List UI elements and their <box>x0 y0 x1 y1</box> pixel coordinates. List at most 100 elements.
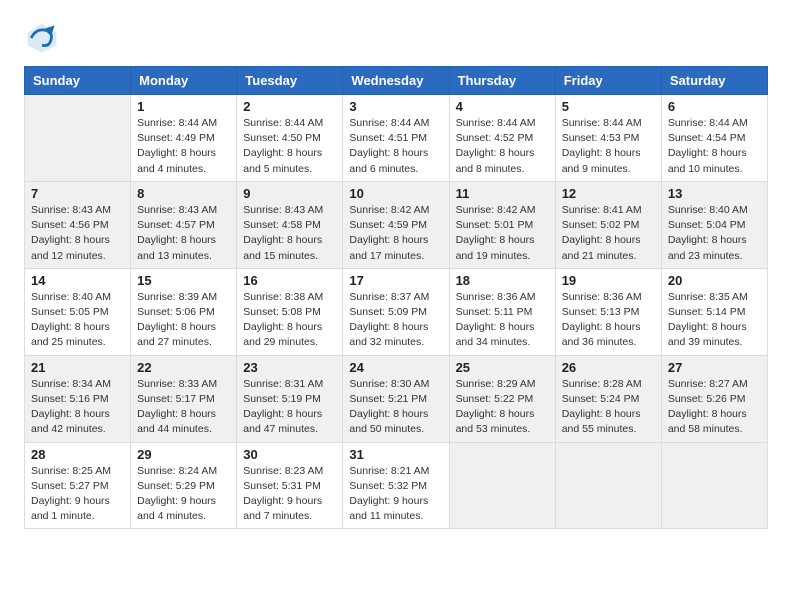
calendar-cell: 8Sunrise: 8:43 AM Sunset: 4:57 PM Daylig… <box>131 181 237 268</box>
day-info: Sunrise: 8:24 AM Sunset: 5:29 PM Dayligh… <box>137 464 230 525</box>
calendar-cell: 22 Sunrise: 8:33 AM Sunset: 5:17 PM Dayli… <box>131 355 237 442</box>
logo-icon <box>24 20 60 56</box>
day-number: 25 <box>456 360 549 375</box>
day-number: 4 <box>456 99 549 114</box>
weekday-header-saturday: Saturday <box>661 67 767 95</box>
day-info: Sunrise: 8:40 AM Sunset: 5:05 PM Dayligh… <box>31 290 124 351</box>
day-number: 31 <box>349 447 442 462</box>
day-info: Sunrise: 8:44 AM Sunset: 4:49 PM Dayligh… <box>137 116 230 177</box>
day-info: Sunrise: 8:44 AM Sunset: 4:52 PM Dayligh… <box>456 116 549 177</box>
day-number: 6 <box>668 99 761 114</box>
day-number: 14 <box>31 273 124 288</box>
day-info: Sunrise: 8:41 AM Sunset: 5:02 PM Dayligh… <box>562 203 655 264</box>
page-header <box>24 20 768 56</box>
calendar-cell: 28 Sunrise: 8:25 AM Sunset: 5:27 PM Dayli… <box>25 442 131 529</box>
calendar-cell: 20 Sunrise: 8:35 AM Sunset: 5:14 PM Dayli… <box>661 268 767 355</box>
day-number: 15 <box>137 273 230 288</box>
weekday-header-friday: Friday <box>555 67 661 95</box>
day-info: Sunrise: 8:28 AM Sunset: 5:24 PM Dayligh… <box>562 377 655 438</box>
calendar-cell: 14 Sunrise: 8:40 AM Sunset: 5:05 PM Dayli… <box>25 268 131 355</box>
day-number: 28 <box>31 447 124 462</box>
weekday-header-sunday: Sunday <box>25 67 131 95</box>
day-number: 12 <box>562 186 655 201</box>
calendar-week-2: 7 Sunrise: 8:43 AM Sunset: 4:56 PM Daylig… <box>25 181 768 268</box>
calendar-cell: 9Sunrise: 8:43 AM Sunset: 4:58 PM Daylig… <box>237 181 343 268</box>
calendar-cell: 29 Sunrise: 8:24 AM Sunset: 5:29 PM Dayli… <box>131 442 237 529</box>
calendar-cell: 1 Sunrise: 8:44 AM Sunset: 4:49 PM Daylig… <box>131 95 237 182</box>
day-number: 2 <box>243 99 336 114</box>
calendar-cell: 15 Sunrise: 8:39 AM Sunset: 5:06 PM Dayli… <box>131 268 237 355</box>
calendar-week-1: 1 Sunrise: 8:44 AM Sunset: 4:49 PM Daylig… <box>25 95 768 182</box>
calendar-cell: 23Sunrise: 8:31 AM Sunset: 5:19 PM Dayli… <box>237 355 343 442</box>
day-number: 18 <box>456 273 549 288</box>
day-number: 26 <box>562 360 655 375</box>
day-info: Sunrise: 8:23 AM Sunset: 5:31 PM Dayligh… <box>243 464 336 525</box>
day-number: 19 <box>562 273 655 288</box>
calendar-week-3: 14 Sunrise: 8:40 AM Sunset: 5:05 PM Dayli… <box>25 268 768 355</box>
weekday-header-wednesday: Wednesday <box>343 67 449 95</box>
calendar-week-4: 21 Sunrise: 8:34 AM Sunset: 5:16 PM Dayli… <box>25 355 768 442</box>
logo <box>24 20 66 56</box>
day-info: Sunrise: 8:40 AM Sunset: 5:04 PM Dayligh… <box>668 203 761 264</box>
day-info: Sunrise: 8:31 AM Sunset: 5:19 PM Dayligh… <box>243 377 336 438</box>
day-number: 21 <box>31 360 124 375</box>
calendar-cell: 10 Sunrise: 8:42 AM Sunset: 4:59 PM Dayli… <box>343 181 449 268</box>
day-number: 22 <box>137 360 230 375</box>
day-info: Sunrise: 8:37 AM Sunset: 5:09 PM Dayligh… <box>349 290 442 351</box>
day-info: Sunrise: 8:44 AM Sunset: 4:51 PM Dayligh… <box>349 116 442 177</box>
calendar-cell: 18Sunrise: 8:36 AM Sunset: 5:11 PM Dayli… <box>449 268 555 355</box>
day-info: Sunrise: 8:25 AM Sunset: 5:27 PM Dayligh… <box>31 464 124 525</box>
calendar-cell <box>449 442 555 529</box>
day-info: Sunrise: 8:33 AM Sunset: 5:17 PM Dayligh… <box>137 377 230 438</box>
day-number: 10 <box>349 186 442 201</box>
calendar-week-5: 28 Sunrise: 8:25 AM Sunset: 5:27 PM Dayli… <box>25 442 768 529</box>
calendar-cell: 16Sunrise: 8:38 AM Sunset: 5:08 PM Dayli… <box>237 268 343 355</box>
day-info: Sunrise: 8:42 AM Sunset: 5:01 PM Dayligh… <box>456 203 549 264</box>
calendar-cell: 5 Sunrise: 8:44 AM Sunset: 4:53 PM Daylig… <box>555 95 661 182</box>
day-number: 8 <box>137 186 230 201</box>
day-number: 1 <box>137 99 230 114</box>
day-info: Sunrise: 8:34 AM Sunset: 5:16 PM Dayligh… <box>31 377 124 438</box>
day-info: Sunrise: 8:38 AM Sunset: 5:08 PM Dayligh… <box>243 290 336 351</box>
day-info: Sunrise: 8:44 AM Sunset: 4:54 PM Dayligh… <box>668 116 761 177</box>
day-number: 30 <box>243 447 336 462</box>
calendar-cell: 17 Sunrise: 8:37 AM Sunset: 5:09 PM Dayli… <box>343 268 449 355</box>
calendar-cell: 7 Sunrise: 8:43 AM Sunset: 4:56 PM Daylig… <box>25 181 131 268</box>
calendar-cell: 3 Sunrise: 8:44 AM Sunset: 4:51 PM Daylig… <box>343 95 449 182</box>
calendar-cell: 12 Sunrise: 8:41 AM Sunset: 5:02 PM Dayli… <box>555 181 661 268</box>
calendar-cell: 6 Sunrise: 8:44 AM Sunset: 4:54 PM Daylig… <box>661 95 767 182</box>
day-number: 29 <box>137 447 230 462</box>
day-number: 7 <box>31 186 124 201</box>
calendar-cell: 25 Sunrise: 8:29 AM Sunset: 5:22 PM Dayli… <box>449 355 555 442</box>
calendar-cell <box>25 95 131 182</box>
day-number: 27 <box>668 360 761 375</box>
day-number: 3 <box>349 99 442 114</box>
calendar-cell: 2 Sunrise: 8:44 AM Sunset: 4:50 PM Daylig… <box>237 95 343 182</box>
calendar-cell <box>555 442 661 529</box>
weekday-header-tuesday: Tuesday <box>237 67 343 95</box>
day-info: Sunrise: 8:44 AM Sunset: 4:50 PM Dayligh… <box>243 116 336 177</box>
day-number: 20 <box>668 273 761 288</box>
weekday-header-row: SundayMondayTuesdayWednesdayThursdayFrid… <box>25 67 768 95</box>
calendar-cell: 27 Sunrise: 8:27 AM Sunset: 5:26 PM Dayli… <box>661 355 767 442</box>
day-info: Sunrise: 8:29 AM Sunset: 5:22 PM Dayligh… <box>456 377 549 438</box>
day-number: 17 <box>349 273 442 288</box>
day-info: Sunrise: 8:39 AM Sunset: 5:06 PM Dayligh… <box>137 290 230 351</box>
calendar-cell: 4 Sunrise: 8:44 AM Sunset: 4:52 PM Daylig… <box>449 95 555 182</box>
calendar-cell: 21 Sunrise: 8:34 AM Sunset: 5:16 PM Dayli… <box>25 355 131 442</box>
day-info: Sunrise: 8:43 AM Sunset: 4:58 PM Dayligh… <box>243 203 336 264</box>
day-info: Sunrise: 8:35 AM Sunset: 5:14 PM Dayligh… <box>668 290 761 351</box>
calendar-cell: 11 Sunrise: 8:42 AM Sunset: 5:01 PM Dayli… <box>449 181 555 268</box>
day-info: Sunrise: 8:44 AM Sunset: 4:53 PM Dayligh… <box>562 116 655 177</box>
day-number: 13 <box>668 186 761 201</box>
day-info: Sunrise: 8:42 AM Sunset: 4:59 PM Dayligh… <box>349 203 442 264</box>
day-info: Sunrise: 8:36 AM Sunset: 5:13 PM Dayligh… <box>562 290 655 351</box>
calendar-cell <box>661 442 767 529</box>
day-info: Sunrise: 8:21 AM Sunset: 5:32 PM Dayligh… <box>349 464 442 525</box>
day-number: 24 <box>349 360 442 375</box>
day-info: Sunrise: 8:27 AM Sunset: 5:26 PM Dayligh… <box>668 377 761 438</box>
day-info: Sunrise: 8:43 AM Sunset: 4:56 PM Dayligh… <box>31 203 124 264</box>
calendar-cell: 24Sunrise: 8:30 AM Sunset: 5:21 PM Dayli… <box>343 355 449 442</box>
day-number: 5 <box>562 99 655 114</box>
day-number: 11 <box>456 186 549 201</box>
